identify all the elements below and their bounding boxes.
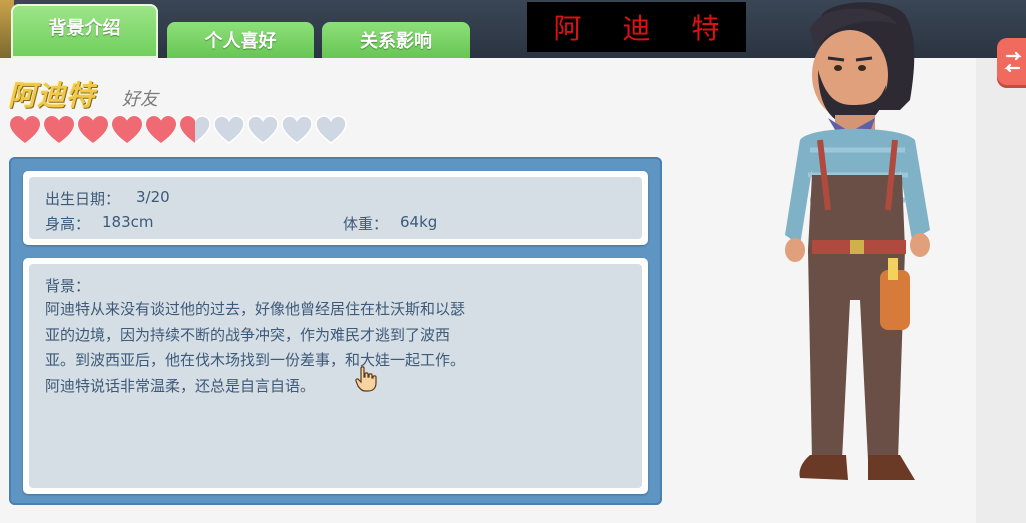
heart-icon (145, 115, 177, 144)
stats-card: 出生日期： 3/20 身高： 183cm 体重： 64kg (23, 171, 648, 245)
heart-icon (179, 115, 211, 144)
heart-icon (77, 115, 109, 144)
background-card: 背景： 阿迪特从来没有谈过他的过去，好像他曾经居住在杜沃斯和以瑟亚的边境，因为持… (23, 258, 648, 494)
height-label: 身高： (45, 215, 91, 233)
height-value: 183cm (102, 213, 154, 231)
background-text: 阿迪特从来没有谈过他的过去，好像他曾经居住在杜沃斯和以瑟亚的边境，因为持续不断的… (45, 300, 466, 395)
character-portrait (785, 2, 930, 480)
heart-icon (43, 115, 75, 144)
heart-icon (111, 115, 143, 144)
name-banner-char: 特 (691, 12, 720, 45)
hand-cursor-icon (355, 366, 377, 392)
name-banner: 阿 迪 特 (527, 2, 746, 52)
heart-icon (315, 115, 347, 144)
background-card-inner: 背景： 阿迪特从来没有谈过他的过去，好像他曾经居住在杜沃斯和以瑟亚的边境，因为持… (29, 264, 642, 488)
relation-status: 好友 (122, 89, 158, 110)
weight-label: 体重： (343, 215, 389, 233)
name-banner-char: 阿 (553, 12, 582, 45)
info-frame: 出生日期： 3/20 身高： 183cm 体重： 64kg 背景： 阿迪特从来没… (9, 157, 662, 505)
birthday-label: 出生日期： (45, 190, 121, 208)
name-banner-char: 迪 (622, 12, 651, 45)
character-name: 阿迪特 (8, 79, 96, 112)
weight-value: 64kg (400, 213, 438, 231)
birthday-value: 3/20 (136, 188, 170, 206)
friendship-hearts (8, 114, 348, 146)
tab-relationships[interactable]: 关系影响 (322, 22, 470, 58)
arrow-swap-button[interactable] (997, 38, 1026, 88)
heart-icon (247, 115, 279, 144)
heart-icon (9, 115, 41, 144)
arrow-swap-icon (1004, 51, 1022, 73)
heart-icon (213, 115, 245, 144)
background-label: 背景： (45, 277, 91, 295)
heart-icon (281, 115, 313, 144)
tab-background[interactable]: 背景介绍 (11, 4, 158, 58)
tab-preferences[interactable]: 个人喜好 (167, 22, 314, 58)
stats-card-inner: 出生日期： 3/20 身高： 183cm 体重： 64kg (29, 177, 642, 239)
